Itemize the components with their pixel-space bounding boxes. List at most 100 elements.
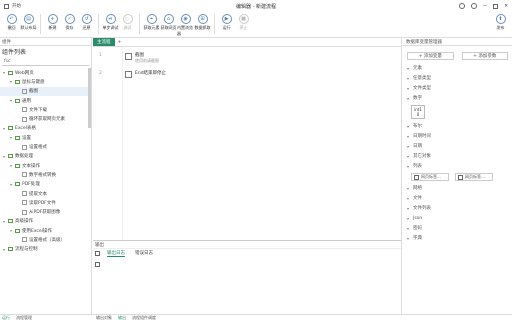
- component-icon: [22, 107, 27, 113]
- variable-section[interactable]: ▾ 密码: [403, 223, 512, 233]
- tab-main-flow[interactable]: 主流程: [93, 38, 115, 46]
- tree-item-label: 设置格式: [29, 145, 47, 151]
- tree-item-label: 数字格式转换: [29, 172, 56, 178]
- folder-icon: [15, 228, 20, 233]
- tree-item[interactable]: ▾ 流程与控制: [0, 245, 91, 254]
- tree-item[interactable]: 设置格式: [0, 142, 91, 151]
- variable-section-label: 文件: [413, 196, 422, 201]
- toolbar-button-9[interactable]: ◉ 内置浏览器: [177, 14, 194, 37]
- add-parameter-button[interactable]: + 添加参数: [461, 52, 508, 60]
- variable-section[interactable]: ▾ 文件: [403, 193, 512, 203]
- toolbar-icon: ⌖: [146, 14, 157, 24]
- toolbar-button-12[interactable]: ■ 停止: [235, 14, 252, 31]
- component-icon: [22, 144, 27, 150]
- settings-icon[interactable]: [458, 3, 465, 9]
- toolbar-button-13[interactable]: ⬆ 发布: [492, 14, 509, 31]
- variable-tile[interactable]: int1 0: [411, 105, 425, 119]
- variable-section-label: 数字: [413, 96, 422, 101]
- close-button[interactable]: ✕: [504, 4, 508, 9]
- tree-item[interactable]: 数字格式转换: [0, 170, 91, 179]
- component-icon: [22, 200, 27, 206]
- variable-section-label: 列表: [413, 164, 422, 169]
- menu-start[interactable]: 开始: [12, 3, 21, 9]
- tree-item-label: 读取PDF文件: [29, 200, 56, 206]
- folder-icon: [8, 247, 13, 252]
- toolbar-button-3[interactable]: ✓ 保存: [61, 14, 78, 31]
- tree-item-label: 循环获取网页元素: [29, 117, 65, 123]
- copy-icon[interactable]: [95, 262, 100, 267]
- folder-icon: [8, 219, 13, 224]
- component-icon: [22, 88, 27, 94]
- tree-item[interactable]: ▾ 使用Excel操作: [0, 226, 91, 235]
- toolbar-icon: ↺: [81, 14, 92, 24]
- variable-section[interactable]: ▾ 文件列表: [403, 203, 512, 213]
- variable-section[interactable]: ▾ 日期: [403, 141, 512, 151]
- tree-item[interactable]: ▾ 数据处理: [0, 152, 91, 161]
- toolbar-button-5[interactable]: ⏯ 单步调试: [102, 14, 119, 31]
- variable-section[interactable]: ▾ 文件类型: [403, 83, 512, 93]
- toolbar-button-7[interactable]: ⌖ 获取元素: [143, 14, 160, 31]
- tree-item[interactable]: ▾ 鼠标与键盘: [0, 77, 91, 86]
- component-search-input[interactable]: fsc: [2, 57, 89, 66]
- help-icon[interactable]: [470, 3, 477, 9]
- toolbar-button-4[interactable]: ↺ 还原: [78, 14, 95, 31]
- variable-section[interactable]: ▾ 数字: [403, 93, 512, 103]
- variable-panel-header: 数据库变量管理器: [406, 39, 442, 45]
- tab-output-log[interactable]: 输出日志: [107, 250, 125, 257]
- folder-icon: [15, 163, 20, 168]
- tree-item[interactable]: 截图: [0, 86, 91, 96]
- toolbar-button-10[interactable]: ⊞ 数据抓取: [194, 14, 211, 31]
- tree-item-label: 使用Excel操作: [22, 228, 52, 234]
- variable-card[interactable]: 网页标签…: [411, 173, 449, 181]
- variable-section[interactable]: ▾ 网络: [403, 183, 512, 193]
- flow-step[interactable]: 截图 使用前请截图: [125, 52, 159, 64]
- tree-item[interactable]: 设置格式（高级）: [0, 235, 91, 244]
- folder-icon: [15, 98, 20, 103]
- tree-item[interactable]: 循环获取网页元素: [0, 114, 91, 123]
- variable-card[interactable]: 网页标签…: [455, 173, 493, 181]
- variable-section[interactable]: ▾ 字典: [403, 233, 512, 243]
- toolbar-icon: ■: [238, 14, 249, 24]
- tree-item[interactable]: ▾ Excel表格: [0, 124, 91, 133]
- tree-item[interactable]: ▾ 高级操作: [0, 217, 91, 226]
- toolbar-button-6[interactable]: ▷ 调试: [119, 14, 136, 31]
- toolbar-icon: ⏯: [105, 14, 116, 24]
- variable-section[interactable]: ▾ 布尔: [403, 121, 512, 131]
- clear-icon[interactable]: [95, 251, 100, 256]
- add-variable-button[interactable]: + 添加变量: [407, 52, 454, 60]
- tree-item[interactable]: ▾ Web网页: [0, 68, 91, 77]
- toolbar-button-1[interactable]: ▤ 默认布局: [20, 14, 37, 31]
- variable-section[interactable]: ▾ 日期时间: [403, 131, 512, 141]
- variable-section[interactable]: ▾ 其它对象: [403, 151, 512, 161]
- tree-item-label: 提取文本: [29, 191, 47, 197]
- toolbar-separator: [214, 14, 215, 34]
- variable-section[interactable]: ▾ 任意类型: [403, 73, 512, 83]
- toolbar-label: 数据抓取: [194, 25, 211, 30]
- variable-section[interactable]: ▾ Json: [403, 213, 512, 223]
- tree-item[interactable]: 提取文本: [0, 189, 91, 198]
- tab-error-log[interactable]: 错误日志: [135, 250, 153, 257]
- screenshot-icon: [125, 53, 132, 60]
- variable-section[interactable]: ▾ 元素: [403, 63, 512, 73]
- toolbar-button-2[interactable]: + 新建: [44, 14, 61, 31]
- maximize-button[interactable]: [493, 3, 499, 9]
- tree-item[interactable]: 从PDF获取图像: [0, 207, 91, 216]
- toolbar-button-11[interactable]: ▶ 运行: [218, 14, 235, 31]
- tree-item[interactable]: ▾ 设置: [0, 133, 91, 142]
- tree-item[interactable]: ▾ 文本操作: [0, 161, 91, 170]
- minimize-button[interactable]: —: [483, 4, 488, 9]
- tree-item[interactable]: 文件下载: [0, 105, 91, 114]
- toolbar-button-8[interactable]: ⌂ 获取网页: [160, 14, 177, 31]
- tree-item-label: 流程与控制: [15, 247, 38, 253]
- toolbar-button-0[interactable]: ↶ 撤回: [3, 14, 20, 31]
- toolbar-label: 停止: [239, 25, 248, 30]
- folder-icon: [15, 135, 20, 140]
- flow-step[interactable]: End结束即停止: [125, 70, 166, 78]
- toolbar-label: 运行: [222, 25, 231, 30]
- tree-item[interactable]: ▾ 通用: [0, 96, 91, 105]
- tree-scrollbar[interactable]: [88, 68, 91, 128]
- variable-section[interactable]: ▾ 列表: [403, 161, 512, 171]
- add-tab-icon[interactable]: +: [118, 40, 122, 45]
- tree-item[interactable]: ▾ PDF处理: [0, 180, 91, 189]
- tree-item[interactable]: 读取PDF文件: [0, 198, 91, 207]
